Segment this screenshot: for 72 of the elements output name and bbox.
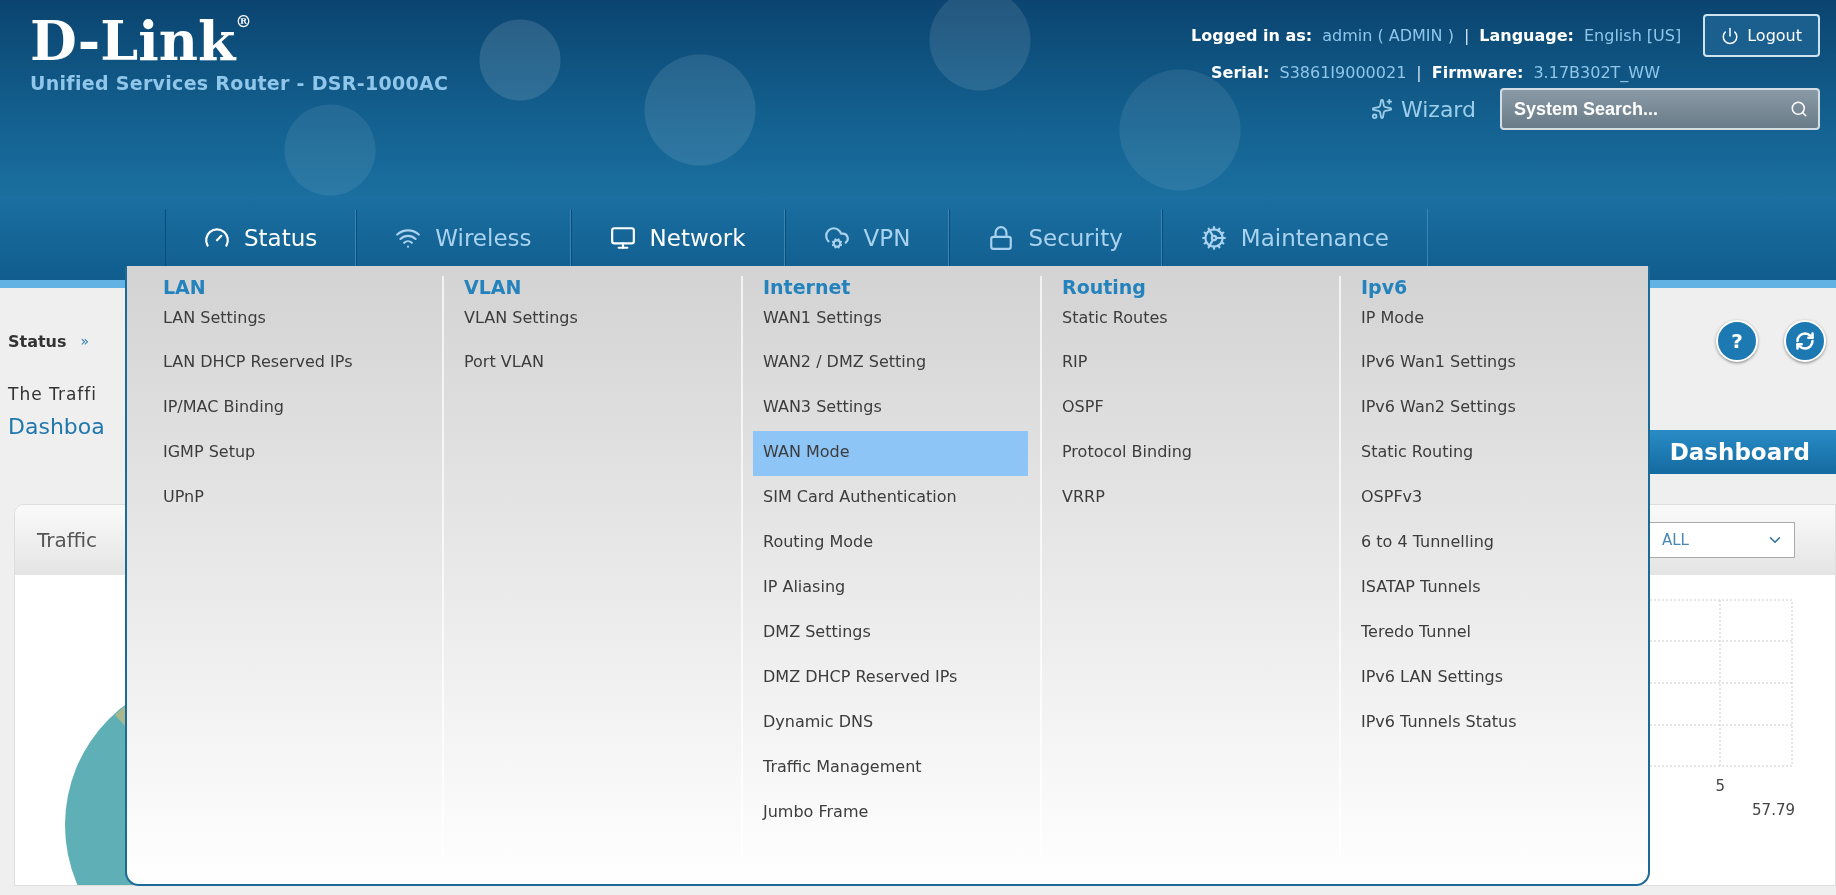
menu-item[interactable]: WAN Mode: [753, 431, 1028, 476]
menu-item[interactable]: Static Routing: [1351, 431, 1626, 476]
menu-item[interactable]: Teredo Tunnel: [1351, 611, 1626, 656]
serial-value: S3861I9000021: [1279, 63, 1407, 82]
menu-item[interactable]: UPnP: [153, 476, 428, 521]
menu-item[interactable]: LAN Settings: [153, 303, 428, 341]
firmware-label: Firmware:: [1431, 63, 1524, 82]
separator: |: [1463, 26, 1470, 45]
language-link[interactable]: English [US]: [1584, 26, 1682, 45]
help-button[interactable]: ?: [1716, 320, 1758, 362]
menu-item[interactable]: IGMP Setup: [153, 431, 428, 476]
menu-item[interactable]: VLAN Settings: [454, 303, 729, 341]
menu-item[interactable]: Traffic Management: [753, 746, 1028, 791]
menu-item[interactable]: DMZ Settings: [753, 611, 1028, 656]
menu-item[interactable]: IPv6 Wan1 Settings: [1351, 341, 1626, 386]
menu-item[interactable]: DMZ DHCP Reserved IPs: [753, 656, 1028, 701]
brand-logo: D-Link$^{®}$: [30, 14, 253, 68]
language-label: Language:: [1479, 26, 1574, 45]
traffic-reading: 57.79: [1752, 801, 1795, 819]
refresh-icon: [1795, 331, 1815, 351]
menu-item[interactable]: IP Mode: [1351, 303, 1626, 341]
menu-item[interactable]: Static Routes: [1052, 303, 1327, 341]
power-icon: [1721, 26, 1740, 45]
firmware-value: 3.17B302T_WW: [1533, 63, 1660, 82]
card-title: Traffic: [37, 528, 98, 552]
search-field[interactable]: System Search...: [1500, 88, 1820, 130]
menu-item[interactable]: IP Aliasing: [753, 566, 1028, 611]
separator: |: [1416, 63, 1422, 82]
menu-item[interactable]: VRRP: [1052, 476, 1327, 521]
menu-item[interactable]: 6 to 4 Tunnelling: [1351, 521, 1626, 566]
menu-heading: Ipv6: [1360, 276, 1409, 300]
sparkle-icon: [1370, 98, 1393, 120]
user-name: admin ( ADMIN ): [1322, 26, 1454, 45]
refresh-button[interactable]: [1784, 320, 1826, 362]
menu-item[interactable]: RIP: [1052, 341, 1327, 386]
menu-item[interactable]: IPv6 LAN Settings: [1351, 656, 1626, 701]
menu-item[interactable]: IPv6 Wan2 Settings: [1351, 386, 1626, 431]
menu-item[interactable]: IPv6 Tunnels Status: [1351, 701, 1626, 746]
menu-item[interactable]: WAN2 / DMZ Setting: [753, 341, 1028, 386]
menu-item[interactable]: Routing Mode: [753, 521, 1028, 566]
menu-heading: Routing: [1061, 276, 1147, 300]
product-subtitle: Unified Services Router - DSR-1000AC: [30, 72, 449, 94]
menu-item[interactable]: OSPFv3: [1351, 476, 1626, 521]
intro-text: The Traffi: [8, 384, 97, 404]
wizard-link[interactable]: Wizard: [1370, 96, 1476, 122]
menu-item[interactable]: LAN DHCP Reserved IPs: [153, 341, 428, 386]
breadcrumb-separator: »: [80, 333, 90, 349]
menu-item[interactable]: IP/MAC Binding: [153, 386, 428, 431]
menu-heading: LAN: [162, 276, 207, 300]
menu-item[interactable]: Dynamic DNS: [753, 701, 1028, 746]
menu-item[interactable]: Port VLAN: [454, 341, 729, 386]
menu-heading: VLAN: [463, 276, 523, 300]
breadcrumb-link[interactable]: Status: [8, 331, 67, 351]
menu-item[interactable]: Jumbo Frame: [753, 791, 1028, 836]
nav-icon: [609, 225, 636, 251]
nav-icon: [988, 225, 1015, 251]
page-heading: Dashboa: [8, 414, 105, 439]
menu-item[interactable]: OSPF: [1052, 386, 1327, 431]
menu-item[interactable]: WAN1 Settings: [753, 303, 1028, 341]
nav-icon: [823, 225, 850, 251]
menu-item[interactable]: ISATAP Tunnels: [1351, 566, 1626, 611]
menu-item[interactable]: WAN3 Settings: [753, 386, 1028, 431]
menu-item[interactable]: Protocol Binding: [1052, 431, 1327, 476]
axis-label: 5: [1715, 777, 1725, 795]
logout-button[interactable]: Logout: [1703, 14, 1820, 57]
menu-heading: Internet: [762, 276, 852, 300]
search-icon: [1790, 100, 1808, 118]
serial-label: Serial:: [1211, 63, 1270, 82]
dashboard-button[interactable]: Dashboard: [1649, 430, 1836, 474]
login-label: Logged in as:: [1191, 26, 1313, 45]
nav-icon: [1200, 225, 1227, 251]
menu-item[interactable]: SIM Card Authentication: [753, 476, 1028, 521]
